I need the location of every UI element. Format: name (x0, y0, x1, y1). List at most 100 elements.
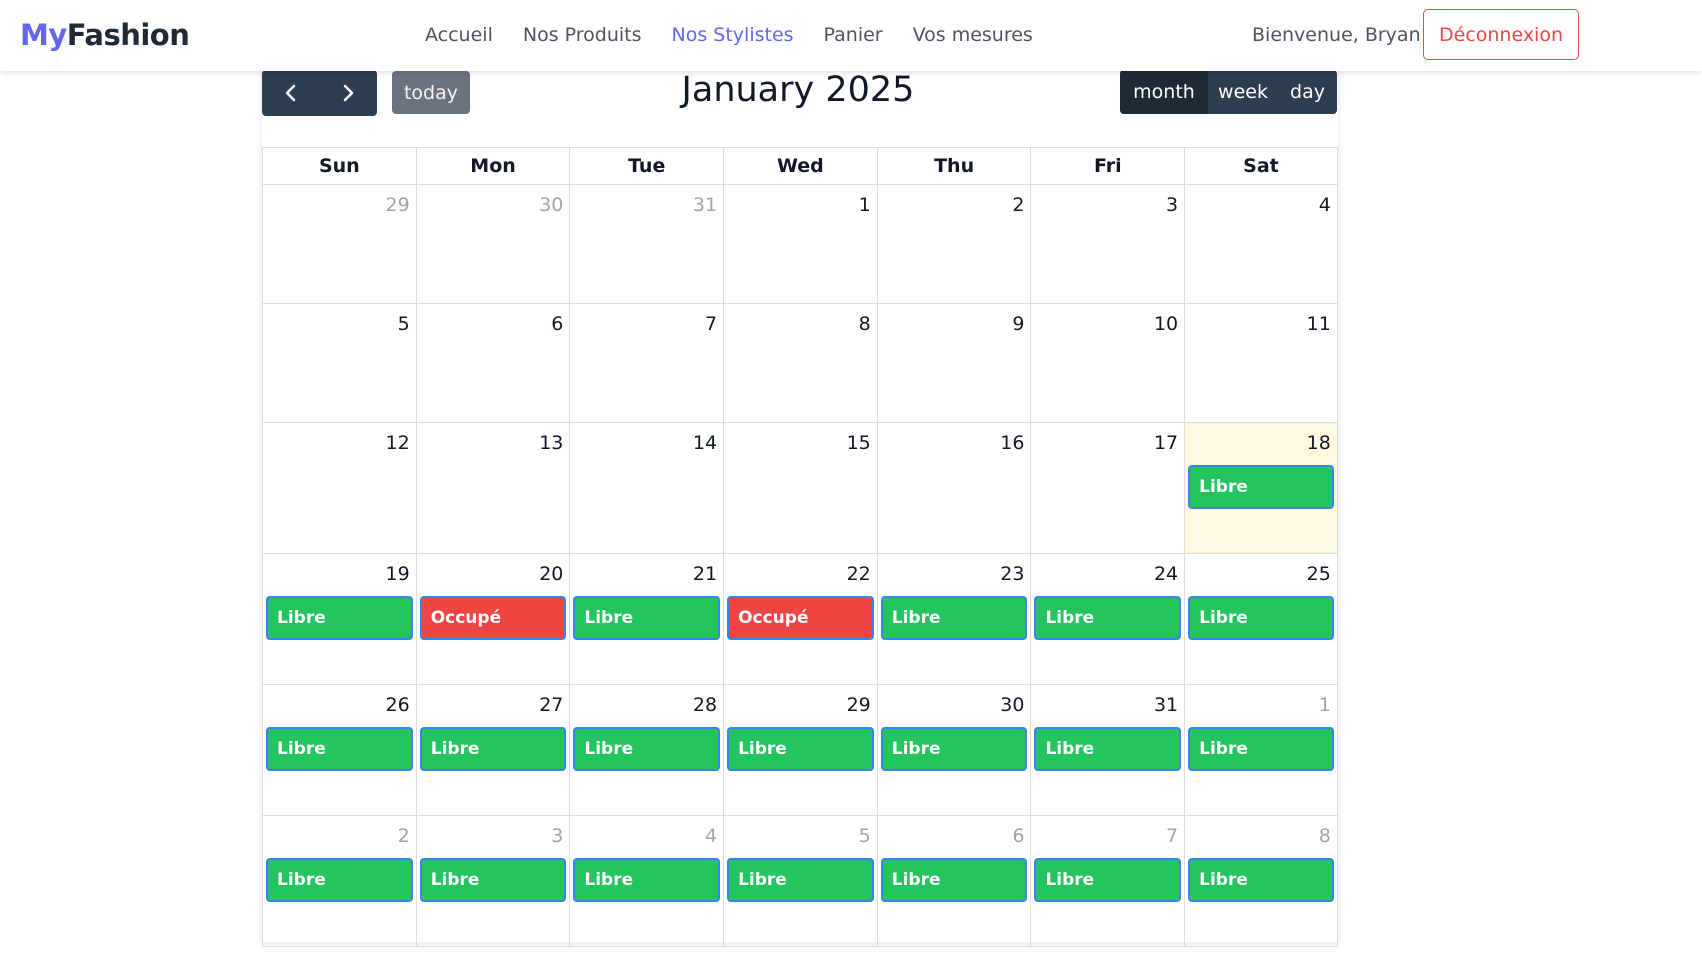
event-libre[interactable]: Libre (880, 858, 1028, 902)
event-libre[interactable]: Libre (573, 858, 721, 902)
navbar: MyFashion Accueil Nos Produits Nos Styli… (0, 0, 1702, 71)
day-cell[interactable]: 24 Libre (1030, 554, 1184, 684)
day-number: 18 (1306, 432, 1331, 454)
day-number: 29 (385, 194, 410, 216)
week-row: 19 Libre 20 Occupé 21 Libre 22 Occupé 23 Libre 24 L… (262, 554, 1338, 685)
day-cell[interactable]: 3 (1030, 185, 1184, 303)
prev-next-group (262, 70, 377, 116)
day-cell[interactable]: 10 (1030, 304, 1184, 422)
today-button[interactable]: today (392, 71, 470, 114)
day-cell[interactable]: 17 (1030, 423, 1184, 553)
view-day-button[interactable]: day (1278, 70, 1337, 114)
event-libre[interactable]: Libre (880, 727, 1028, 771)
calendar-title: January 2025 (681, 70, 915, 110)
week-row: 29 30 31 1 2 3 4 (262, 185, 1338, 304)
day-cell[interactable]: 9 (876, 304, 1031, 422)
event-libre[interactable]: Libre (266, 727, 413, 771)
day-cell[interactable]: 7 Libre (1030, 816, 1184, 946)
weekday-header: Sun Mon Tue Wed Thu Fri Sat (262, 148, 1338, 185)
day-cell[interactable]: 8 (723, 304, 877, 422)
day-cell[interactable]: 11 (1184, 304, 1338, 422)
day-cell[interactable]: 22 Occupé (723, 554, 877, 684)
week-row: 26 Libre 27 Libre 28 Libre 29 Libre 30 Libre 31 Lib… (262, 685, 1338, 816)
nav-accueil[interactable]: Accueil (425, 24, 493, 46)
brand-logo[interactable]: MyFashion (20, 18, 190, 52)
day-cell[interactable]: 6 (415, 304, 570, 422)
day-cell[interactable]: 2 (876, 185, 1031, 303)
day-cell[interactable]: 7 (569, 304, 723, 422)
event-libre[interactable]: Libre (419, 727, 567, 771)
day-cell[interactable]: 29 Libre (723, 685, 877, 815)
nav-links: Accueil Nos Produits Nos Stylistes Panie… (425, 24, 1033, 46)
weekday-sat: Sat (1184, 148, 1338, 184)
event-libre[interactable]: Libre (727, 858, 874, 902)
day-cell[interactable]: 8 Libre (1184, 816, 1338, 946)
day-cell[interactable]: 30 (415, 185, 570, 303)
view-week-button[interactable]: week (1208, 70, 1278, 114)
day-cell[interactable]: 28 Libre (569, 685, 723, 815)
day-cell[interactable]: 21 Libre (569, 554, 723, 684)
event-libre[interactable]: Libre (1034, 858, 1182, 902)
day-cell[interactable]: 2 Libre (262, 816, 416, 946)
day-cell[interactable]: 31 Libre (1030, 685, 1184, 815)
nav-panier[interactable]: Panier (824, 24, 883, 46)
event-libre[interactable]: Libre (1188, 465, 1334, 509)
nav-nos-produits[interactable]: Nos Produits (523, 24, 642, 46)
day-cell[interactable]: 31 (569, 185, 723, 303)
day-number: 7 (704, 313, 718, 335)
day-cell[interactable]: 27 Libre (415, 685, 570, 815)
day-cell[interactable]: 4 Libre (569, 816, 723, 946)
day-cell[interactable]: 6 Libre (876, 816, 1031, 946)
next-button[interactable] (320, 70, 378, 116)
day-cell[interactable]: 23 Libre (876, 554, 1031, 684)
day-cell[interactable]: 16 (876, 423, 1031, 553)
event-libre[interactable]: Libre (1034, 727, 1182, 771)
day-cell[interactable]: 12 (262, 423, 416, 553)
event-occupe[interactable]: Occupé (419, 596, 567, 640)
day-number: 27 (539, 694, 564, 716)
weekday-thu: Thu (876, 148, 1031, 184)
day-cell[interactable]: 1 Libre (1184, 685, 1338, 815)
day-cell[interactable]: 30 Libre (876, 685, 1031, 815)
event-libre[interactable]: Libre (1188, 858, 1334, 902)
event-libre[interactable]: Libre (1034, 596, 1182, 640)
day-cell[interactable]: 15 (723, 423, 877, 553)
day-cell[interactable]: 5 (262, 304, 416, 422)
logout-button[interactable]: Déconnexion (1423, 9, 1579, 60)
day-cell[interactable]: 20 Occupé (415, 554, 570, 684)
event-libre[interactable]: Libre (266, 858, 413, 902)
event-libre[interactable]: Libre (266, 596, 413, 640)
prev-button[interactable] (262, 70, 320, 116)
day-number: 28 (692, 694, 718, 716)
day-cell[interactable]: 5 Libre (723, 816, 877, 946)
event-libre[interactable]: Libre (573, 727, 721, 771)
day-cell[interactable]: 1 (723, 185, 877, 303)
view-month-button[interactable]: month (1120, 70, 1208, 114)
day-cell-today[interactable]: 18 Libre (1184, 423, 1338, 553)
day-number: 5 (858, 825, 871, 847)
event-libre[interactable]: Libre (727, 727, 874, 771)
event-libre[interactable]: Libre (419, 858, 567, 902)
day-number: 25 (1306, 563, 1331, 585)
view-switcher: month week day (1120, 70, 1337, 114)
nav-vos-mesures[interactable]: Vos mesures (913, 24, 1033, 46)
event-libre[interactable]: Libre (880, 596, 1028, 640)
day-number: 13 (539, 432, 564, 454)
event-libre[interactable]: Libre (1188, 727, 1334, 771)
nav-nos-stylistes[interactable]: Nos Stylistes (672, 24, 794, 46)
event-libre[interactable]: Libre (1188, 596, 1334, 640)
day-cell[interactable]: 14 (569, 423, 723, 553)
event-occupe[interactable]: Occupé (727, 596, 874, 640)
day-cell[interactable]: 25 Libre (1184, 554, 1338, 684)
day-number: 6 (551, 313, 564, 335)
day-cell[interactable]: 19 Libre (262, 554, 416, 684)
week-row: 2 Libre 3 Libre 4 Libre 5 Libre 6 Libre 7 Libre 8 Lib… (262, 816, 1338, 947)
day-cell[interactable]: 29 (262, 185, 416, 303)
day-cell[interactable]: 4 (1184, 185, 1338, 303)
day-cell[interactable]: 3 Libre (415, 816, 570, 946)
day-cell[interactable]: 26 Libre (262, 685, 416, 815)
day-cell[interactable]: 13 (415, 423, 570, 553)
week-row: 5 6 7 8 9 10 11 (262, 304, 1338, 423)
event-libre[interactable]: Libre (573, 596, 721, 640)
chevron-right-icon (344, 84, 354, 102)
